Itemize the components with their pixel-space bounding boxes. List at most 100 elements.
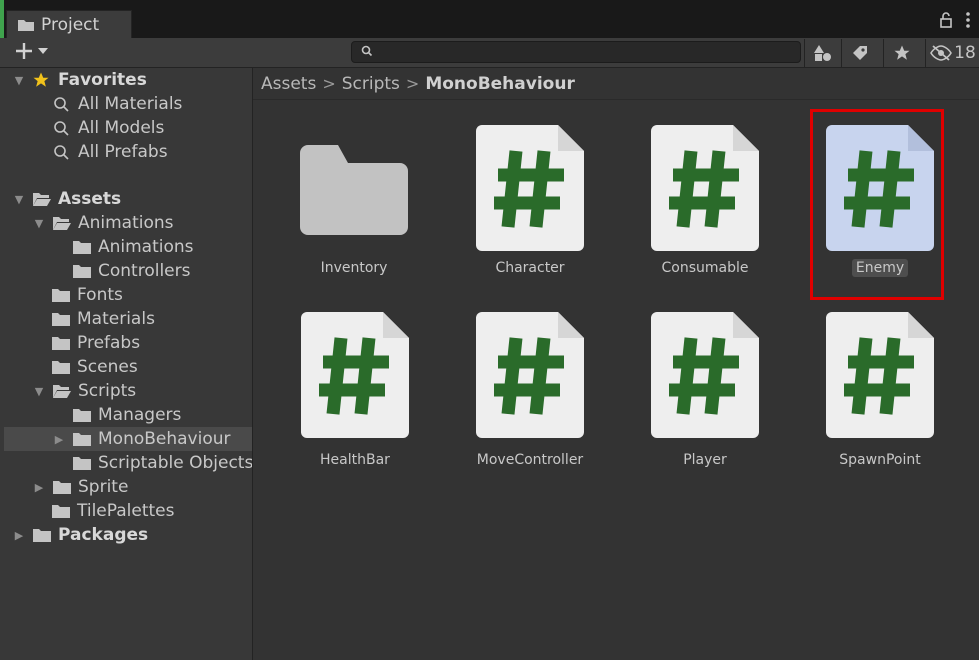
search-input[interactable] — [376, 43, 800, 63]
tree-item-animations-child[interactable]: Animations — [4, 235, 252, 259]
tree-label: Animations — [98, 237, 194, 257]
csharp-script-icon — [651, 125, 759, 251]
tree-item-all-models[interactable]: All Models — [4, 116, 252, 140]
tree-item-controllers[interactable]: Controllers — [4, 259, 252, 283]
tree-label: Managers — [98, 405, 182, 425]
tree-item-packages[interactable]: ▶ Packages — [4, 523, 252, 547]
tree-item-prefabs[interactable]: Prefabs — [4, 331, 252, 355]
expand-arrow-icon[interactable]: ▼ — [12, 192, 26, 206]
folder-icon — [53, 481, 71, 494]
hidden-packages-button[interactable]: 18 — [925, 39, 979, 67]
asset-inventory[interactable]: Inventory — [289, 125, 419, 300]
asset-character[interactable]: Character — [465, 125, 595, 300]
tree-item-favorites[interactable]: ▼ Favorites — [4, 68, 252, 92]
search-field[interactable] — [351, 41, 801, 63]
tree-label: Scenes — [77, 357, 138, 377]
folder-icon — [73, 457, 91, 470]
tree-label: All Models — [78, 118, 165, 138]
search-icon — [54, 145, 69, 160]
tree-label: Assets — [58, 189, 122, 209]
expand-arrow-icon[interactable]: ▶ — [52, 432, 66, 446]
search-by-type-button[interactable] — [804, 39, 841, 67]
folder-icon — [52, 361, 70, 374]
create-button[interactable] — [14, 41, 48, 61]
eye-slash-icon — [930, 45, 953, 61]
search-icon — [54, 97, 69, 112]
tree-item-scenes[interactable]: Scenes — [4, 355, 252, 379]
asset-player[interactable]: Player — [640, 312, 770, 487]
tree-label: All Prefabs — [78, 142, 168, 162]
tree-label: Scriptable Objects — [98, 453, 253, 473]
search-icon — [54, 121, 69, 136]
project-tree: ▼ Favorites All Materials All Models All… — [4, 68, 253, 660]
tree-item-all-materials[interactable]: All Materials — [4, 92, 252, 116]
tree-item-assets[interactable]: ▼ Assets — [4, 187, 252, 211]
tree-label: Packages — [58, 525, 149, 545]
asset-enemy[interactable]: Enemy — [815, 125, 945, 300]
favorites-filter-button[interactable] — [883, 39, 920, 67]
star-icon — [33, 72, 49, 87]
expand-arrow-icon[interactable]: ▼ — [32, 384, 46, 398]
search-by-label-button[interactable] — [841, 39, 878, 67]
expand-arrow-icon[interactable]: ▼ — [12, 73, 26, 87]
tree-label: Prefabs — [77, 333, 141, 353]
kebab-menu-icon[interactable] — [965, 12, 971, 28]
tree-label: Fonts — [77, 285, 123, 305]
csharp-script-icon — [476, 312, 584, 438]
shapes-icon — [814, 45, 831, 61]
asset-label: Enemy — [815, 259, 945, 277]
folder-icon — [52, 337, 70, 350]
csharp-script-icon — [826, 125, 934, 251]
asset-label: Inventory — [320, 260, 388, 276]
asset-consumable[interactable]: Consumable — [640, 125, 770, 300]
breadcrumb: Assets > Scripts > MonoBehaviour — [253, 68, 979, 100]
folder-icon — [73, 265, 91, 278]
tree-label: Sprite — [78, 477, 129, 497]
tree-item-scripts[interactable]: ▼ Scripts — [4, 379, 252, 403]
tree-label: Controllers — [98, 261, 191, 281]
tab-title: Project — [41, 14, 100, 35]
tree-label: Favorites — [58, 70, 147, 90]
chevron-right-icon: > — [322, 74, 336, 93]
folder-icon — [52, 289, 70, 302]
csharp-script-icon — [301, 312, 409, 438]
tree-item-scriptable-objects[interactable]: Scriptable Objects — [4, 451, 253, 475]
tree-label: Scripts — [78, 381, 137, 401]
tree-item-tilepalettes[interactable]: TilePalettes — [4, 499, 252, 523]
star-icon — [894, 45, 910, 60]
tree-item-materials[interactable]: Materials — [4, 307, 252, 331]
project-toolbar: 18 — [0, 38, 979, 68]
csharp-script-icon — [651, 312, 759, 438]
tree-item-sprite[interactable]: ▶ Sprite — [4, 475, 252, 499]
asset-spawnpoint[interactable]: SpawnPoint — [815, 312, 945, 487]
tree-item-managers[interactable]: Managers — [4, 403, 252, 427]
chevron-right-icon: > — [405, 74, 420, 93]
tag-icon — [853, 46, 867, 60]
asset-movecontroller[interactable]: MoveController — [465, 312, 595, 487]
expand-arrow-icon[interactable]: ▶ — [32, 480, 46, 494]
tree-item-all-prefabs[interactable]: All Prefabs — [4, 140, 252, 164]
expand-arrow-icon[interactable]: ▶ — [12, 528, 26, 542]
tab-project[interactable]: Project — [6, 10, 132, 38]
asset-label: HealthBar — [320, 452, 390, 468]
breadcrumb-scripts[interactable]: Scripts — [342, 74, 400, 94]
tree-item-fonts[interactable]: Fonts — [4, 283, 252, 307]
breadcrumb-monobehaviour[interactable]: MonoBehaviour — [425, 74, 575, 94]
folder-icon — [33, 529, 51, 542]
folder-open-icon — [53, 217, 71, 230]
tree-item-monobehaviour[interactable]: ▶ MonoBehaviour — [4, 427, 252, 451]
tree-label: TilePalettes — [77, 501, 175, 521]
asset-label: Consumable — [661, 260, 749, 276]
breadcrumb-assets[interactable]: Assets — [261, 74, 316, 94]
lock-icon[interactable] — [939, 12, 953, 28]
csharp-script-icon — [476, 125, 584, 251]
folder-icon — [73, 409, 91, 422]
asset-label: SpawnPoint — [839, 452, 921, 468]
chevron-down-icon — [38, 48, 48, 54]
asset-healthbar[interactable]: HealthBar — [290, 312, 420, 487]
tree-label: Animations — [78, 213, 174, 233]
folder-icon — [73, 241, 91, 254]
tree-label: All Materials — [78, 94, 183, 114]
expand-arrow-icon[interactable]: ▼ — [32, 216, 46, 230]
tree-item-animations[interactable]: ▼ Animations — [4, 211, 252, 235]
